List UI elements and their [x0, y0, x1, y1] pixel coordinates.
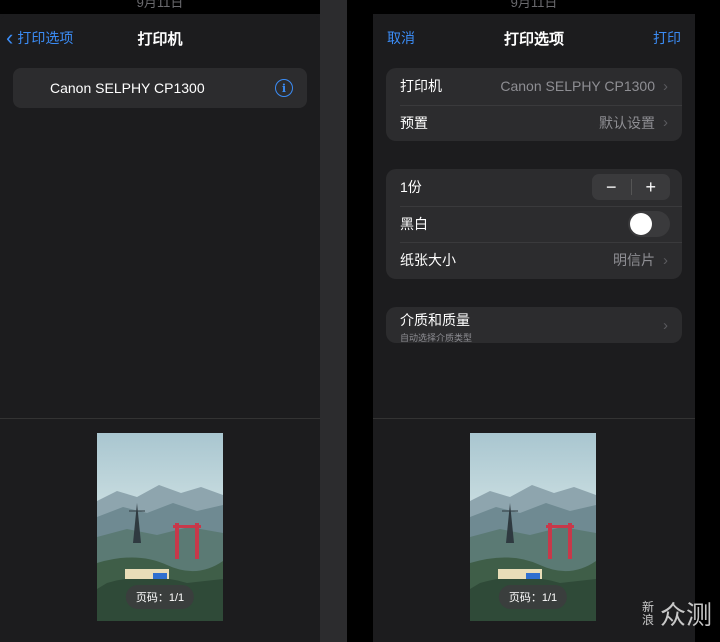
row-value: Canon SELPHY CP1300	[500, 78, 655, 95]
watermark-logo: 新浪 众测	[640, 595, 712, 632]
page-badge: 页码：1/1	[498, 585, 568, 609]
status-time: 9月11日	[136, 0, 184, 10]
row-label: 打印机	[400, 78, 442, 95]
print-options-screen: 9月11日 取消 打印选项 打印 打印机 Canon SELPHY CP1300…	[373, 0, 695, 642]
printer-name: Canon SELPHY CP1300	[50, 80, 205, 96]
cancel-button[interactable]: 取消	[387, 14, 415, 62]
copies-stepper: − +	[592, 174, 670, 200]
status-time: 9月11日	[510, 0, 558, 10]
chevron-right-icon: ›	[663, 77, 668, 95]
back-label: 打印选项	[17, 30, 74, 46]
paper-size-row[interactable]: 纸张大小 明信片 ›	[386, 242, 682, 279]
row-subtitle: 自动选择介质类型	[400, 333, 473, 343]
watermark-big-text: 众测	[659, 600, 712, 630]
black-white-toggle[interactable]	[628, 210, 670, 237]
printer-list-item[interactable]: Canon SELPHY CP1300 i	[13, 68, 307, 108]
chevron-right-icon: ›	[663, 317, 668, 334]
page-title: 打印选项	[503, 30, 564, 48]
row-label: 预置	[400, 114, 428, 131]
nav-bar: 取消 打印选项 打印	[373, 14, 695, 62]
printer-row[interactable]: 打印机 Canon SELPHY CP1300 ›	[386, 68, 682, 105]
printer-select-screen: 9月11日 ‹ 打印选项 打印机 Canon SELPHY CP1300 i 页…	[0, 0, 320, 642]
plus-button[interactable]: +	[632, 174, 671, 200]
minus-button[interactable]: −	[592, 174, 631, 200]
chevron-right-icon: ›	[663, 251, 668, 269]
row-label: 纸张大小	[400, 252, 456, 269]
row-value: 默认设置	[599, 114, 655, 131]
preview-thumbnail[interactable]: 页码：1/1	[97, 433, 223, 621]
media-quality-group: 介质和质量 自动选择介质类型 ›	[386, 307, 682, 343]
copies-group: 1份 − + 黑白 纸张大小 明信片 ›	[386, 169, 682, 279]
info-icon[interactable]: i	[275, 79, 293, 97]
page-title: 打印机	[137, 30, 183, 48]
divider	[695, 0, 720, 642]
preview-area: 页码：1/1	[0, 418, 320, 642]
printer-settings-group: 打印机 Canon SELPHY CP1300 › 预置 默认设置 ›	[386, 68, 682, 141]
screenshot-stage: 9月11日 ‹ 打印选项 打印机 Canon SELPHY CP1300 i 页…	[0, 0, 720, 642]
watermark-small-text: 新浪	[641, 599, 654, 627]
row-value: 明信片	[613, 252, 655, 269]
row-label: 介质和质量	[400, 312, 470, 328]
preview-thumbnail[interactable]: 页码：1/1	[470, 433, 596, 621]
media-quality-row[interactable]: 介质和质量 自动选择介质类型 ›	[386, 307, 682, 343]
page-badge: 页码：1/1	[125, 585, 195, 609]
black-white-row: 黑白	[386, 205, 682, 243]
copies-row: 1份 − +	[386, 169, 682, 206]
divider	[320, 0, 347, 642]
toggle-knob	[630, 212, 652, 235]
print-button[interactable]: 打印	[653, 14, 681, 62]
chevron-right-icon: ›	[663, 114, 668, 132]
back-button[interactable]: ‹ 打印选项	[6, 14, 73, 62]
nav-bar: ‹ 打印选项 打印机	[0, 14, 320, 62]
chevron-left-icon: ‹	[6, 25, 14, 50]
divider	[347, 0, 373, 642]
preset-row[interactable]: 预置 默认设置 ›	[386, 104, 682, 142]
